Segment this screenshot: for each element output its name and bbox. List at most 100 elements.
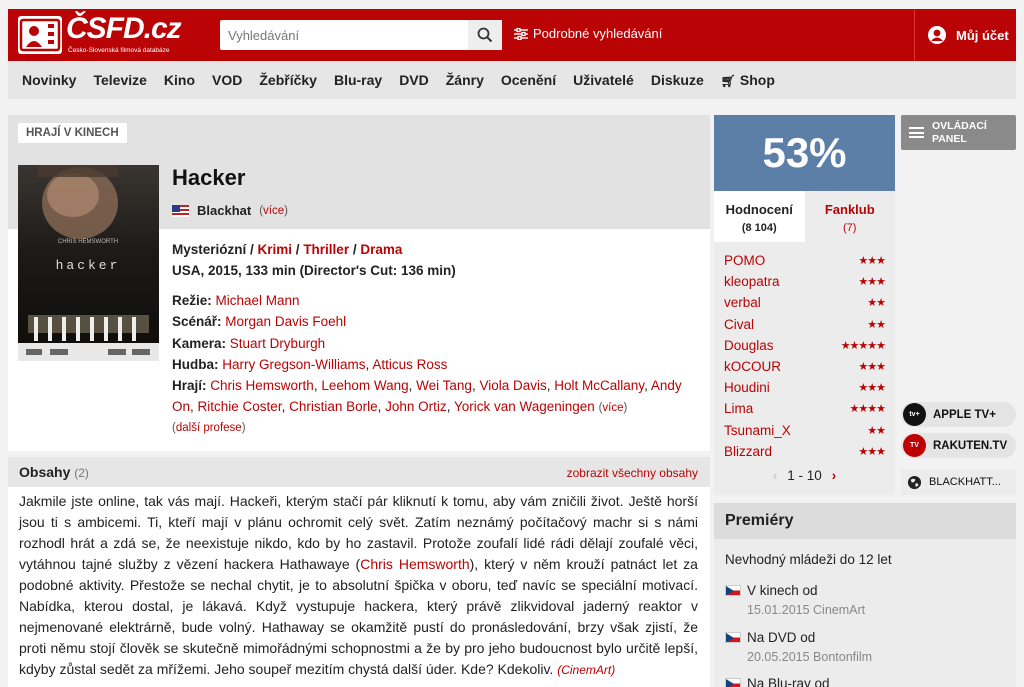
cast-more-link[interactable]: více	[602, 402, 623, 414]
account-button[interactable]: Můj účet	[914, 9, 1016, 61]
nav-televize[interactable]: Televize	[93, 72, 146, 88]
vod-blackhat-link[interactable]: BLACKHATT...	[901, 469, 1016, 495]
synopsis-source[interactable]: (CinemArt)	[557, 663, 615, 677]
music-label: Hudba:	[172, 357, 219, 372]
more-professions-link[interactable]: další profese	[176, 422, 242, 434]
nav-dvd[interactable]: DVD	[399, 72, 429, 88]
rating-count: (8 104)	[741, 222, 777, 234]
search-button[interactable]	[468, 20, 502, 50]
search-icon	[477, 27, 493, 43]
user-link[interactable]: kOCOUR	[724, 359, 781, 374]
search-input[interactable]	[220, 20, 468, 50]
main-nav: Novinky Televize Kino VOD Žebříčky Blu-r…	[8, 61, 1016, 99]
user-link[interactable]: Tsunami_X	[724, 423, 791, 438]
stars-rating: ★★★	[858, 275, 886, 289]
stars-rating: ★★★	[858, 360, 886, 374]
synopsis-actor-link[interactable]: Chris Hemsworth	[360, 556, 469, 572]
user-icon	[928, 26, 946, 44]
premieres-box: Premiéry Nevhodný mládeži do 12 let V ki…	[714, 503, 1016, 687]
show-all-synopses-link[interactable]: zobrazit všechny obsahy	[567, 466, 698, 480]
cast-link[interactable]: Viola Davis	[479, 378, 546, 393]
genre-3[interactable]: Thriller	[303, 242, 349, 257]
cast-link[interactable]: Chris Hemsworth	[210, 378, 314, 393]
premiere-date: 20.05.2015 Bontonfilm	[747, 650, 873, 664]
stars-rating: ★★★★★	[840, 338, 886, 352]
original-title-more: (více)	[259, 204, 288, 217]
music-link-1[interactable]: Harry Gregson-Williams	[222, 357, 365, 372]
list-item: Tsunami_X ★★	[724, 420, 886, 441]
vod-rakuten[interactable]: TV RAKUTEN.TV	[901, 433, 1016, 458]
rating-tabs: Hodnocení (8 104) Fanklub (7)	[714, 191, 895, 242]
film-card: HRAJÍ V KINECH CHRIS HEMSWORTH hacker Ha…	[8, 115, 710, 451]
tab-fanklub[interactable]: Fanklub (7)	[804, 191, 895, 242]
crew-camera: Kamera: Stuart Dryburgh	[172, 333, 697, 354]
control-panel-button[interactable]: OVLÁDACÍ PANEL	[901, 115, 1016, 150]
advanced-search-link[interactable]: Podrobné vyhledávání	[514, 26, 662, 41]
cast-link[interactable]: Holt McCallany	[554, 378, 644, 393]
premiere-date: 15.01.2015 CinemArt	[747, 603, 866, 617]
genre-4[interactable]: Drama	[360, 242, 402, 257]
film-poster[interactable]: CHRIS HEMSWORTH hacker	[18, 165, 159, 361]
nav-shop[interactable]: 🛒︎ Shop	[721, 72, 775, 88]
more-titles-link[interactable]: více	[263, 205, 284, 217]
list-item: Lima ★★★★	[724, 398, 886, 419]
logo-subtitle: Česko-Slovenská filmová databáze	[68, 47, 170, 54]
director-label: Režie:	[172, 293, 212, 308]
stars-rating: ★★★	[858, 444, 886, 458]
list-item: Douglas ★★★★★	[724, 335, 886, 356]
cast-link[interactable]: Ritchie Coster	[198, 399, 282, 414]
user-link[interactable]: kleopatra	[724, 274, 780, 289]
cast-link[interactable]: Yorick van Wageningen	[454, 399, 595, 414]
site-logo[interactable]: ČSFD.cz Česko-Slovenská filmová databáze	[18, 12, 190, 56]
user-link[interactable]: verbal	[724, 295, 761, 310]
nav-uzivatele[interactable]: Uživatelé	[573, 72, 634, 88]
genre-1: Mysteriózní	[172, 242, 247, 257]
chevron-right-icon[interactable]: ›	[832, 468, 837, 483]
user-link[interactable]: Blizzard	[724, 444, 772, 459]
cast-link[interactable]: Christian Borle	[289, 399, 378, 414]
nav-oceneni[interactable]: Ocenění	[501, 72, 556, 88]
globe-icon	[907, 475, 922, 489]
tab-hodnoceni[interactable]: Hodnocení (8 104)	[714, 191, 805, 242]
cast-link[interactable]: John Ortiz	[385, 399, 447, 414]
nav-zebricky[interactable]: Žebříčky	[259, 72, 317, 88]
music-link-2[interactable]: Atticus Ross	[372, 357, 447, 372]
list-item: Houdini ★★★	[724, 377, 886, 398]
synopsis-header: Obsahy (2) zobrazit všechny obsahy	[8, 457, 710, 487]
camera-link[interactable]: Stuart Dryburgh	[230, 336, 325, 351]
nav-zanry[interactable]: Žánry	[446, 72, 484, 88]
user-link[interactable]: Douglas	[724, 338, 774, 353]
genre-2[interactable]: Krimi	[258, 242, 293, 257]
origin-line: USA, 2015, 133 min (Director's Cut: 136 …	[172, 263, 456, 278]
crew-writer: Scénář: Morgan Davis Foehl	[172, 311, 697, 332]
stars-rating: ★★★★	[849, 402, 886, 416]
user-link[interactable]: POMO	[724, 253, 765, 268]
in-cinemas-tag[interactable]: HRAJÍ V KINECH	[18, 123, 127, 143]
camera-label: Kamera:	[172, 336, 227, 351]
nav-bluray[interactable]: Blu-ray	[334, 72, 382, 88]
stars-rating: ★★★	[858, 381, 886, 395]
cast-link[interactable]: Wei Tang	[416, 378, 472, 393]
user-ratings-list: POMO ★★★ kleopatra ★★★ verbal ★★ Cival ★★ Do…	[714, 242, 895, 495]
control-panel-label: OVLÁDACÍ PANEL	[932, 119, 987, 145]
crew-music: Hudba: Harry Gregson-Williams, Atticus R…	[172, 357, 448, 372]
cart-icon: 🛒︎	[720, 74, 736, 88]
writer-link[interactable]: Morgan Davis Foehl	[225, 314, 346, 329]
nav-vod[interactable]: VOD	[212, 72, 242, 88]
director-link[interactable]: Michael Mann	[216, 293, 300, 308]
vod-label: BLACKHATT...	[929, 476, 1001, 488]
user-link[interactable]: Lima	[724, 401, 753, 416]
user-link[interactable]: Houdini	[724, 380, 770, 395]
user-link[interactable]: Cival	[724, 317, 754, 332]
nav-novinky[interactable]: Novinky	[22, 72, 76, 88]
chevron-left-icon[interactable]: ‹	[773, 468, 778, 483]
top-bar: ČSFD.cz Česko-Slovenská filmová databáze…	[8, 9, 1016, 61]
us-flag-icon	[172, 204, 189, 217]
nav-kino[interactable]: Kino	[164, 72, 195, 88]
vod-apple-tv[interactable]: tv+ APPLE TV+	[901, 402, 1016, 427]
rating-percent: 53%	[714, 115, 895, 191]
list-item: verbal ★★	[724, 292, 886, 313]
nav-diskuze[interactable]: Diskuze	[651, 72, 704, 88]
premiere-item: V kinech od 15.01.2015 CinemArt	[725, 583, 865, 617]
cast-link[interactable]: Leehom Wang	[321, 378, 408, 393]
